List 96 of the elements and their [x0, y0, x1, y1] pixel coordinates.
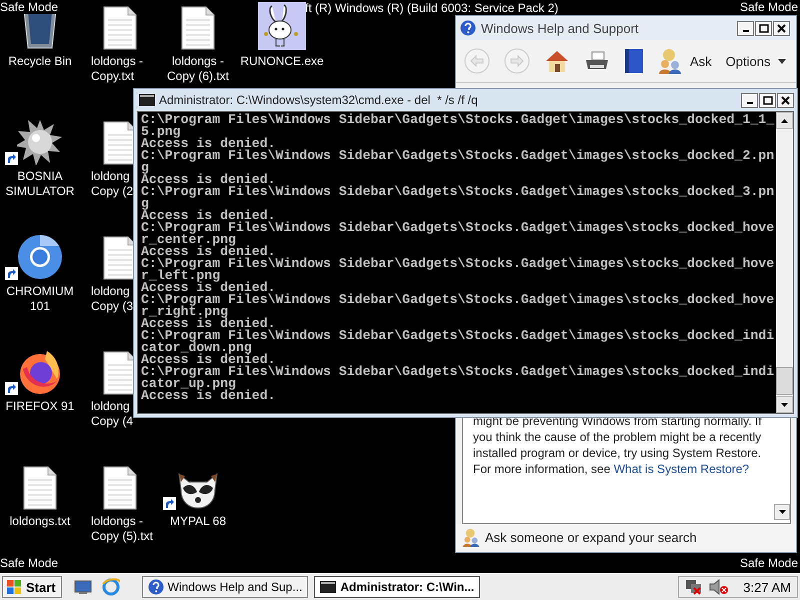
- browser-icon[interactable]: [102, 578, 120, 596]
- speaker-muted-icon[interactable]: [709, 579, 730, 595]
- safe-mode-label: Safe Mode: [0, 0, 60, 14]
- home-button[interactable]: [544, 48, 570, 74]
- console-line: C:\Program Files\Windows Sidebar\Gadgets\Stocks.Gadget\images\stocks_docked_1_1_: [141, 114, 774, 126]
- safe-mode-label: Safe Mode: [740, 556, 798, 570]
- maximize-icon: [758, 24, 768, 32]
- build-text: ft (R) Windows (R) (Build 6003: Service Pack 2): [305, 1, 558, 15]
- icon-label: loldong: [91, 169, 130, 184]
- help-icon: [148, 579, 164, 595]
- icon-label: Copy (3: [91, 299, 134, 314]
- help-icon: [460, 20, 476, 36]
- console-line: C:\Program Files\Windows Sidebar\Gadgets\Stocks.Gadget\images\stocks_docked_indi: [141, 366, 774, 378]
- console-line: Access is denied.: [141, 390, 276, 402]
- house-icon: [544, 48, 570, 74]
- icon-label: SIMULATOR: [6, 184, 74, 199]
- options-menu[interactable]: Options: [726, 54, 786, 68]
- minimize-button[interactable]: [741, 92, 758, 108]
- close-button[interactable]: [773, 20, 790, 36]
- icon-label: CHROMIUM: [6, 284, 74, 299]
- icon-label: loldong: [91, 399, 130, 414]
- console-line: C:\Program Files\Windows Sidebar\Gadgets\Stocks.Gadget\images\stocks_docked_3.pn: [141, 186, 774, 198]
- people-icon: [658, 48, 682, 74]
- icon-label: Recycle Bin: [8, 54, 72, 69]
- console-line: Access is denied.: [141, 174, 276, 186]
- console-line: Access is denied.: [141, 210, 276, 222]
- icon-label: MYPAL 68: [170, 514, 226, 529]
- safe-mode-label: Safe Mode: [0, 556, 58, 570]
- window-title: Administrator: C:\Windows\system32\cmd.exe - del * /s /f /q: [159, 93, 479, 107]
- console-line: C:\Program Files\Windows Sidebar\Gadgets\Stocks.Gadget\images\stocks_docked_indi: [141, 330, 774, 342]
- maximize-button[interactable]: [759, 92, 776, 108]
- console-line: r_left.png: [141, 270, 220, 282]
- ask-button[interactable]: Ask: [658, 48, 712, 74]
- clock: 3:27 AM: [743, 580, 791, 594]
- windows-logo-icon: [6, 579, 22, 595]
- minimize-button[interactable]: [737, 20, 754, 36]
- console-icon: [320, 581, 336, 593]
- icon-label: loldongs -: [172, 54, 224, 69]
- console-line: Access is denied.: [141, 318, 276, 330]
- console-line: Access is denied.: [141, 138, 276, 150]
- scrollbar[interactable]: [776, 112, 793, 413]
- console-line: Access is denied.: [141, 282, 276, 294]
- help-link[interactable]: What is System Restore?: [614, 462, 750, 476]
- printer-icon: [584, 50, 610, 72]
- console-line: cator_up.png: [141, 378, 236, 390]
- icon-label: Copy (6).txt: [166, 69, 229, 84]
- scroll-down-icon: [781, 402, 788, 406]
- icon-label: loldong: [91, 284, 130, 299]
- console-line: Access is denied.: [141, 354, 276, 366]
- icon-label: Copy (5).txt: [91, 529, 154, 544]
- icon-label: Copy.txt: [91, 69, 134, 84]
- taskbar-button[interactable]: Administrator: C:\Win...: [314, 576, 480, 598]
- close-icon: [781, 96, 790, 104]
- print-button[interactable]: [584, 50, 610, 72]
- window-title: Windows Help and Support: [481, 20, 640, 36]
- console-line: cator_down.png: [141, 342, 252, 354]
- start-button[interactable]: Start: [2, 576, 62, 598]
- console-line: C:\Program Files\Windows Sidebar\Gadgets\Stocks.Gadget\images\stocks_docked_hove: [141, 294, 774, 306]
- firefox-icon: [17, 349, 63, 395]
- console-line: Access is denied.: [141, 246, 276, 258]
- console-line: C:\Program Files\Windows Sidebar\Gadgets\Stocks.Gadget\images\stocks_docked_2.pn: [141, 150, 774, 162]
- icon-label: loldongs -: [91, 54, 144, 69]
- desktop-icon[interactable]: [74, 579, 92, 595]
- ask-link[interactable]: Ask someone or expand your search: [456, 524, 796, 550]
- taskbar-button[interactable]: Windows Help and Sup...: [142, 576, 308, 598]
- icon-label: loldongs -: [91, 514, 144, 529]
- book-button[interactable]: [624, 48, 644, 74]
- scroll-down-button[interactable]: [774, 504, 790, 520]
- console-line: 5.png: [141, 126, 181, 138]
- icon-label: BOSNIA: [17, 169, 63, 184]
- network-error-icon[interactable]: [685, 579, 704, 595]
- scroll-down-icon: [778, 510, 786, 514]
- icon-label: FIREFOX 91: [6, 399, 74, 414]
- maximize-button[interactable]: [755, 20, 772, 36]
- icon-label: Copy (4: [91, 414, 134, 429]
- book-icon: [624, 48, 644, 74]
- icon-label: loldongs.txt: [10, 514, 70, 529]
- console-line: C:\Program Files\Windows Sidebar\Gadgets\Stocks.Gadget\images\stocks_docked_hove: [141, 258, 774, 270]
- maximize-icon: [762, 96, 772, 104]
- icon-label: RUNONCE.exe: [240, 54, 324, 69]
- scrollbar-thumb[interactable]: [776, 367, 793, 395]
- console-line: r_center.png: [141, 234, 236, 246]
- chromium-icon: [17, 234, 63, 280]
- console-line: C:\Program Files\Windows Sidebar\Gadgets\Stocks.Gadget\images\stocks_docked_hove: [141, 222, 774, 234]
- close-icon: [777, 24, 786, 32]
- icon-label: 101: [30, 299, 50, 314]
- icon-label: Copy (2: [91, 184, 134, 199]
- console-line: r_right.png: [141, 306, 228, 318]
- console-line: g: [141, 198, 149, 210]
- console-line: g: [141, 162, 149, 174]
- scroll-up-icon: [781, 118, 788, 122]
- console-icon: [139, 94, 155, 106]
- safe-mode-label: Safe Mode: [740, 0, 798, 14]
- close-button[interactable]: [777, 92, 794, 108]
- people-icon: [462, 528, 480, 546]
- caret-icon: [778, 58, 786, 64]
